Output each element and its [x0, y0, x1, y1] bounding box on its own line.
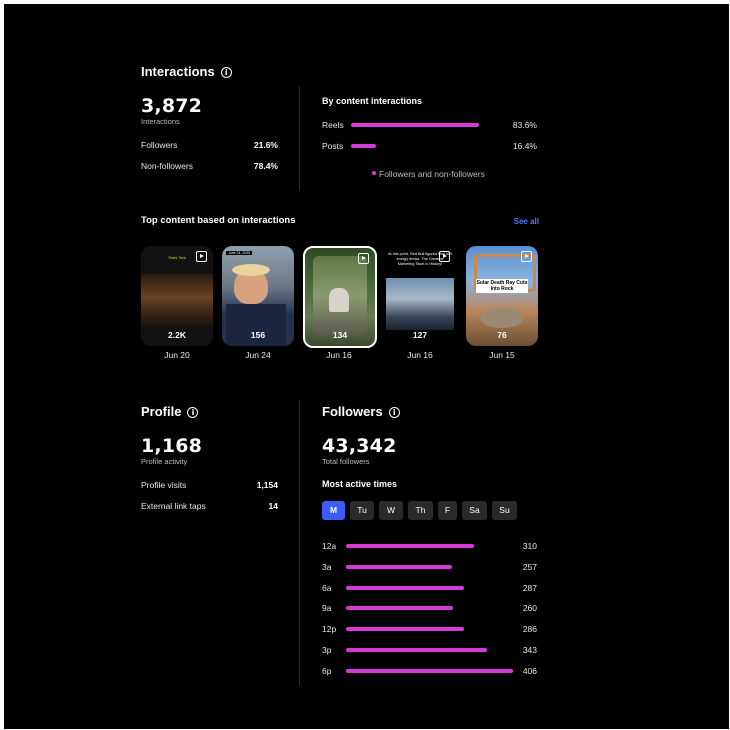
thumbnail-figure [329, 288, 349, 312]
time-value: 287 [522, 583, 537, 593]
thumbnail-date: Jun 15 [489, 350, 515, 360]
reels-bar [351, 123, 479, 127]
day-button-th[interactable]: Th [408, 501, 433, 520]
interactions-heading: Interactions i [141, 64, 232, 79]
profile-title: Profile [141, 404, 182, 419]
profile-total: 1,168 [141, 435, 203, 457]
day-button-su[interactable]: Su [492, 501, 517, 520]
followers-heading: Followers i [322, 404, 400, 419]
content-thumbnail[interactable]: At this point, Red Bull figured they sel… [384, 246, 456, 346]
reel-icon [439, 251, 450, 262]
thumbnail-date: Jun 20 [164, 350, 190, 360]
thumbnail-date: Jun 24 [245, 350, 271, 360]
thumbnail-count: 134 [332, 330, 348, 340]
time-label: 9a [322, 603, 332, 613]
section-divider [299, 86, 300, 191]
external-link-taps-value: 14 [268, 501, 278, 511]
day-button-w[interactable]: W [379, 501, 403, 520]
followers-title: Followers [322, 404, 383, 419]
interactions-title: Interactions [141, 64, 215, 79]
time-bar [346, 586, 464, 590]
top-content-title: Top content based on interactions [141, 215, 296, 226]
info-icon[interactable]: i [388, 407, 400, 418]
profile-visits-label: Profile visits [141, 480, 187, 490]
time-value: 257 [522, 562, 537, 572]
day-button-f[interactable]: F [438, 501, 457, 520]
time-value: 260 [522, 603, 537, 613]
day-button-tu[interactable]: Tu [350, 501, 374, 520]
content-thumbnail[interactable]: Solar Death Ray Cuts Into Rock 76 [466, 246, 538, 346]
followers-value: 21.6% [253, 140, 278, 150]
time-label: 6p [322, 666, 332, 676]
posts-value: 16.4% [512, 141, 537, 151]
thumbnail-caption: Solar Death Ray Cuts Into Rock [476, 279, 528, 293]
thumbnail-count: 76 [497, 330, 507, 340]
posts-bar [351, 144, 376, 148]
thumbnail-date: Jun 16 [407, 350, 433, 360]
day-button-sa[interactable]: Sa [462, 501, 487, 520]
interactions-total: 3,872 [141, 95, 203, 117]
time-label: 3a [322, 562, 332, 572]
by-content-title: By content interactions [322, 96, 423, 106]
legend-dot [372, 171, 376, 175]
reels-value: 83.6% [512, 120, 537, 130]
thumbnail-count: 2.2K [168, 330, 186, 340]
thumbnail-date: Jun 16 [326, 350, 352, 360]
time-label: 6a [322, 583, 332, 593]
reels-label: Reels [322, 120, 344, 130]
dashboard-panel [4, 4, 729, 729]
time-bar [346, 606, 453, 610]
reel-icon [358, 253, 369, 264]
content-thumbnail-selected[interactable]: 134 [303, 246, 377, 348]
time-label: 3p [322, 645, 332, 655]
time-bar [346, 565, 452, 569]
time-bar [346, 669, 513, 673]
section-divider [299, 400, 300, 685]
time-bar [346, 544, 474, 548]
day-button-m[interactable]: M [322, 501, 345, 520]
external-link-taps-label: External link taps [141, 501, 206, 511]
thumbnail-rock [480, 308, 524, 328]
followers-total: 43,342 [322, 435, 397, 457]
non-followers-value: 78.4% [253, 161, 278, 171]
legend-label: Followers and non-followers [379, 169, 485, 179]
info-icon[interactable]: i [187, 407, 199, 418]
time-value: 286 [522, 624, 537, 634]
thumbnail-count: 127 [412, 330, 428, 340]
thumbnail-count: 156 [250, 330, 266, 340]
time-value: 310 [522, 541, 537, 551]
most-active-title: Most active times [322, 479, 398, 489]
non-followers-label: Non-followers [141, 161, 193, 171]
time-value: 406 [522, 666, 537, 676]
posts-label: Posts [322, 141, 344, 151]
thumbnail-image [141, 274, 213, 326]
time-bar [346, 648, 487, 652]
reel-icon [521, 251, 532, 262]
profile-heading: Profile i [141, 404, 199, 419]
interactions-total-label: Interactions [141, 117, 180, 126]
by-content-legend: Followers and non-followers [372, 169, 485, 179]
followers-label: Followers [141, 140, 178, 150]
time-value: 343 [522, 645, 537, 655]
time-label: 12a [322, 541, 337, 551]
reel-icon [196, 251, 207, 262]
followers-total-label: Total followers [322, 457, 370, 466]
profile-total-label: Profile activity [141, 457, 188, 466]
content-thumbnail[interactable]: Shark Tank 2.2K [141, 246, 213, 346]
profile-visits-value: 1,154 [256, 480, 278, 490]
thumbnail-caption: June 24, 2025 [226, 251, 253, 255]
thumbnail-image [386, 278, 454, 330]
info-icon[interactable]: i [220, 67, 232, 78]
thumbnail-hair [232, 264, 270, 276]
time-label: 12p [322, 624, 337, 634]
see-all-link[interactable]: See all [510, 217, 539, 226]
time-bar [346, 627, 464, 631]
content-thumbnail[interactable]: June 24, 2025 156 [222, 246, 294, 346]
